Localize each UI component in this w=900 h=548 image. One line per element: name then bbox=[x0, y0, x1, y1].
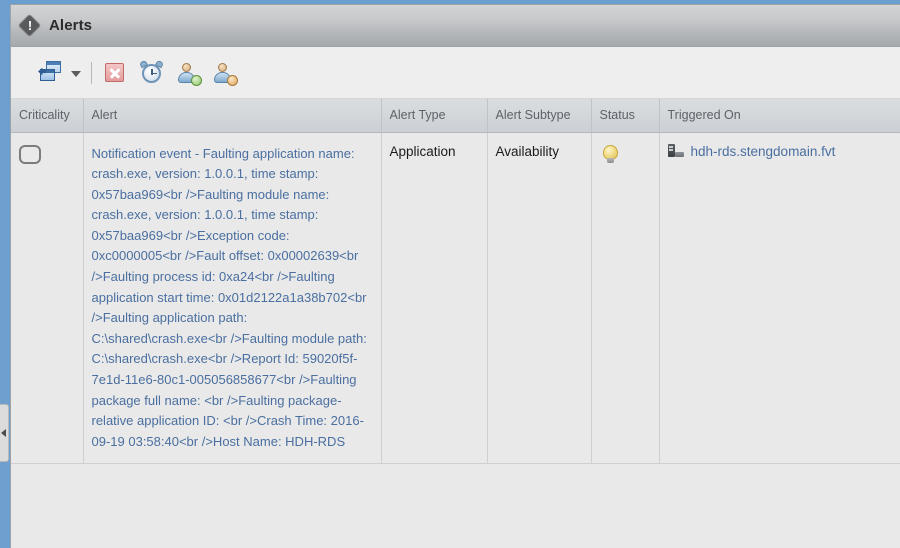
app-background: ! Alerts Criticality Alert Alert Type Al… bbox=[0, 0, 900, 548]
toolbar-separator bbox=[91, 61, 92, 84]
unassign-alert-button[interactable] bbox=[210, 58, 240, 88]
table-header-row: Criticality Alert Alert Type Alert Subty… bbox=[11, 99, 900, 133]
column-header-alert-type[interactable]: Alert Type bbox=[381, 99, 488, 133]
table-row[interactable]: Notification event - Faulting applicatio… bbox=[11, 132, 900, 465]
close-alert-button[interactable] bbox=[102, 58, 132, 88]
cell-alert-subtype: Availability bbox=[487, 132, 592, 465]
orange-badge-icon bbox=[227, 74, 238, 86]
triggered-on-link[interactable]: hdh-rds.stengdomain.fvt bbox=[691, 144, 836, 160]
left-panel-collapse-handle[interactable] bbox=[0, 404, 9, 462]
alerts-window: ! Alerts Criticality Alert Alert Type Al… bbox=[10, 4, 900, 548]
alerts-table: Criticality Alert Alert Type Alert Subty… bbox=[11, 99, 900, 465]
server-icon bbox=[667, 144, 684, 159]
column-header-alert-subtype[interactable]: Alert Subtype bbox=[487, 99, 592, 133]
column-header-status[interactable]: Status bbox=[591, 99, 660, 133]
alert-type-value: Application bbox=[389, 143, 456, 159]
column-header-triggered-on[interactable]: Triggered On bbox=[659, 99, 900, 133]
red-x-icon bbox=[105, 62, 124, 82]
lightbulb-icon bbox=[602, 144, 619, 164]
window-title: Alerts bbox=[49, 17, 93, 34]
assign-alert-button[interactable] bbox=[174, 58, 204, 88]
chevron-left-icon bbox=[1, 429, 6, 437]
cell-status bbox=[591, 132, 660, 465]
alert-subtype-value: Availability bbox=[495, 143, 560, 159]
column-header-alert[interactable]: Alert bbox=[83, 99, 382, 133]
alerts-grid: Criticality Alert Alert Type Alert Subty… bbox=[11, 99, 900, 465]
snooze-alert-button[interactable] bbox=[138, 58, 168, 88]
alert-diamond-icon: ! bbox=[18, 14, 41, 37]
cell-criticality[interactable] bbox=[11, 132, 84, 465]
left-rail bbox=[0, 0, 8, 548]
cell-alert[interactable]: Notification event - Faulting applicatio… bbox=[83, 132, 382, 465]
alerts-toolbar bbox=[11, 47, 900, 99]
column-header-criticality[interactable]: Criticality bbox=[11, 99, 84, 133]
alert-description[interactable]: Notification event - Faulting applicatio… bbox=[92, 144, 373, 453]
cell-alert-type: Application bbox=[381, 132, 488, 465]
criticality-octagon-icon[interactable] bbox=[19, 144, 41, 164]
cascade-windows-button[interactable] bbox=[37, 58, 67, 88]
toolbar-dropdown-arrow[interactable] bbox=[71, 71, 81, 77]
green-badge-icon bbox=[191, 74, 202, 86]
cell-triggered-on: hdh-rds.stengdomain.fvt bbox=[659, 132, 900, 465]
window-titlebar: ! Alerts bbox=[11, 5, 900, 47]
